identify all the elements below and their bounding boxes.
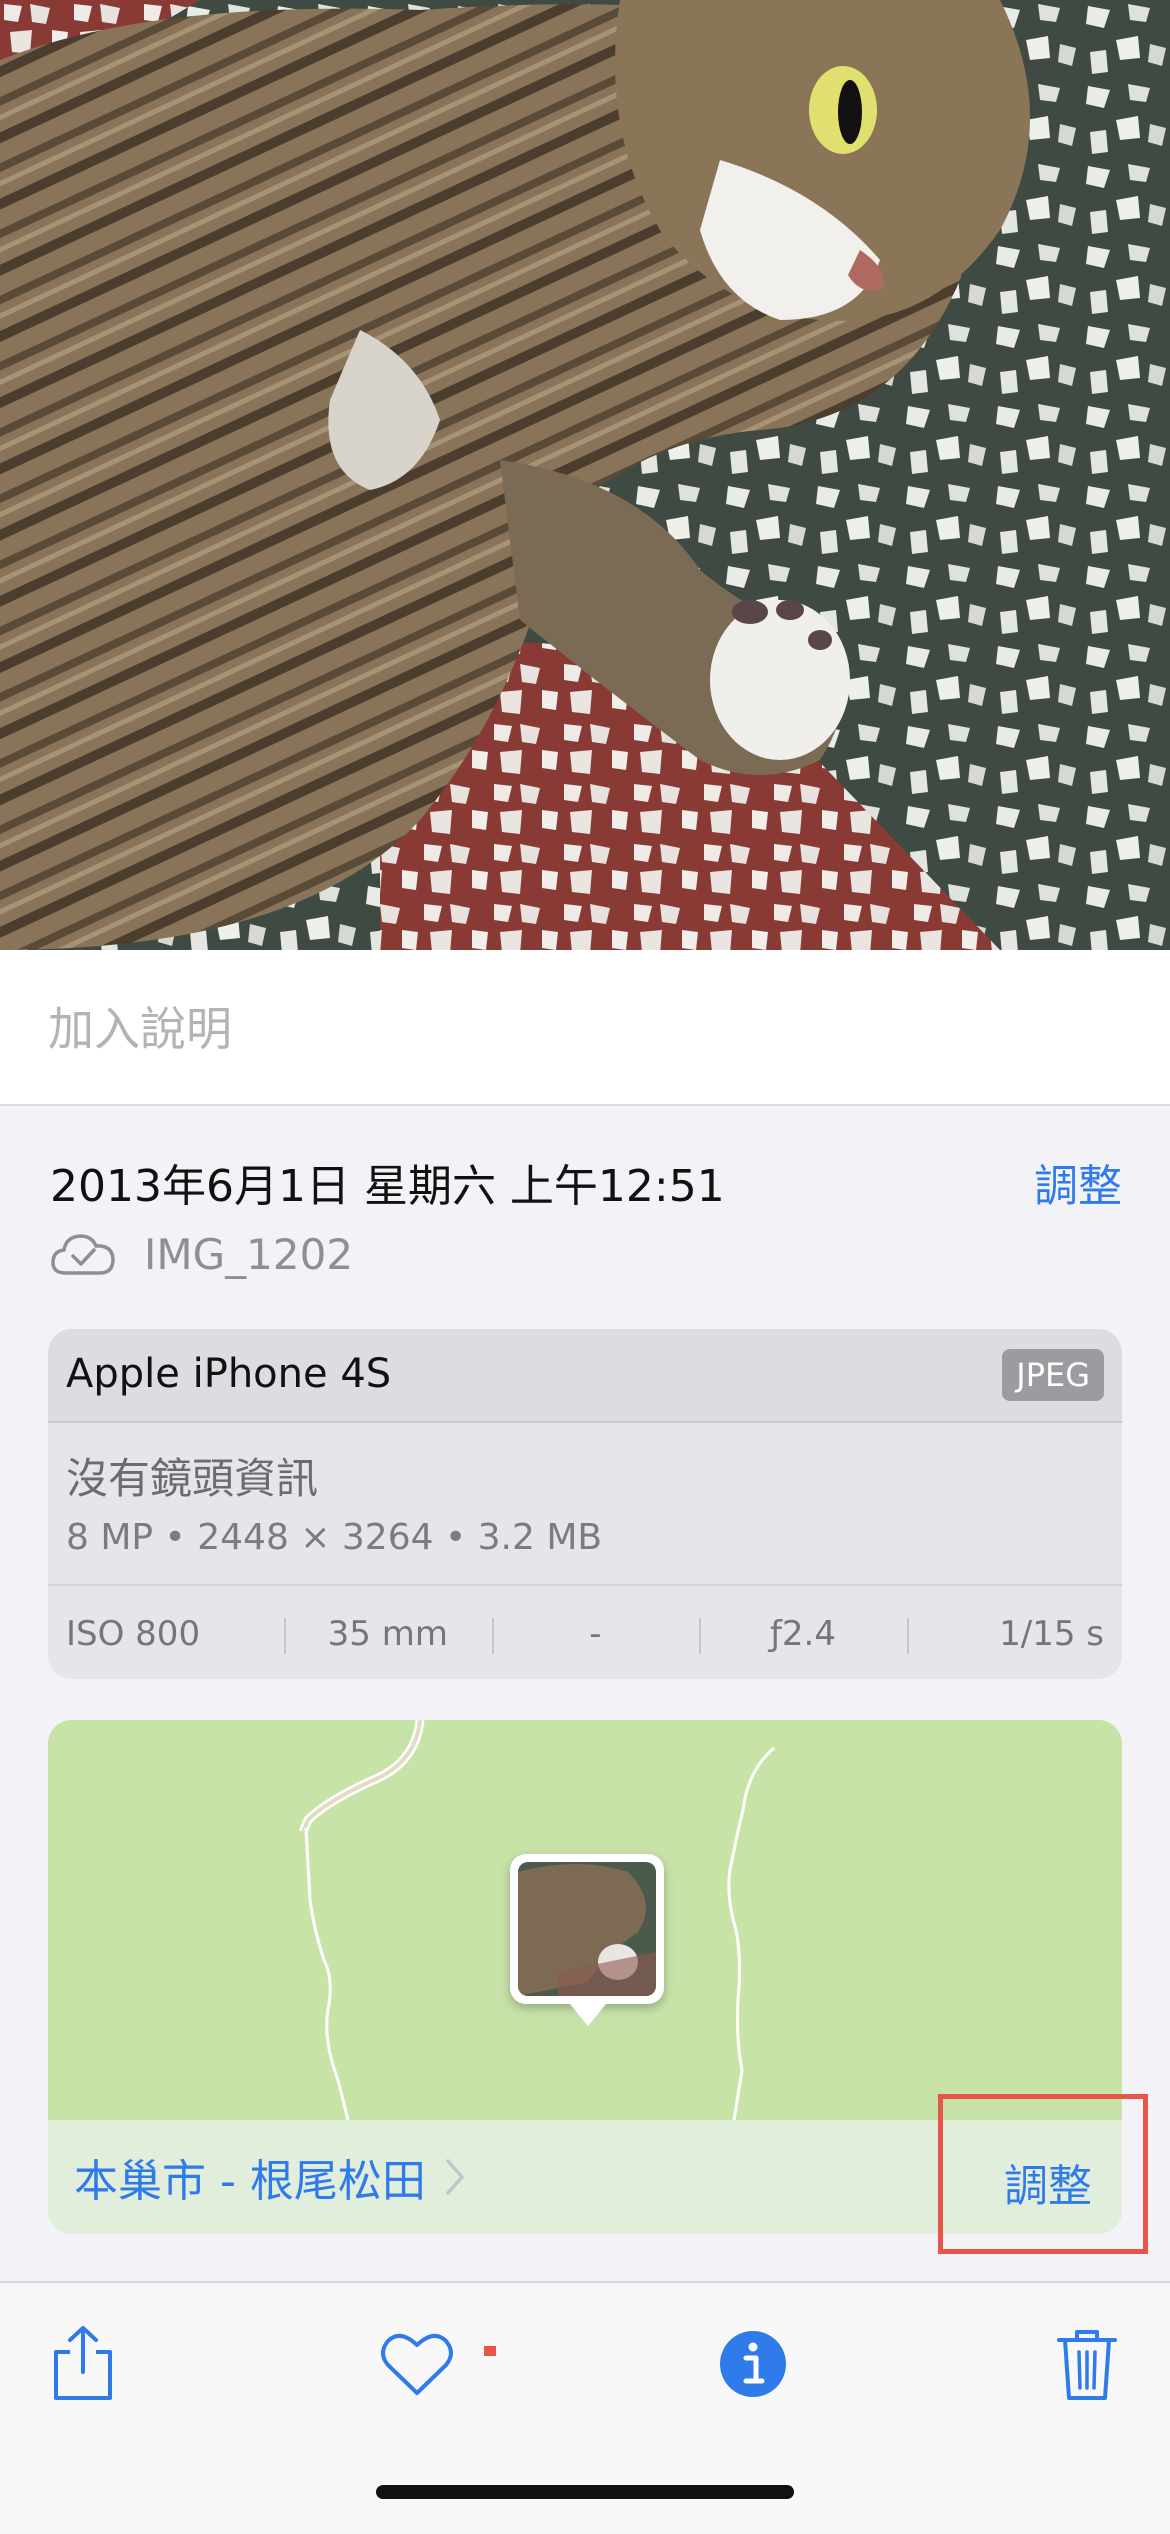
location-link[interactable]: 本巢市 - 根尾松田 bbox=[74, 2145, 466, 2209]
camera-model: Apple iPhone 4S bbox=[66, 1351, 392, 1397]
filename-row: IMG_1202 bbox=[50, 1224, 353, 1284]
camera-info-card: Apple iPhone 4S JPEG 沒有鏡頭資訊 8 MP • 2448 … bbox=[48, 1329, 1122, 1679]
info-panel: 2013年6月1日 星期六 上午12:51 調整 IMG_1202 Apple … bbox=[0, 1106, 1170, 2281]
info-icon bbox=[720, 2331, 786, 2397]
trash-icon bbox=[1057, 2330, 1117, 2400]
heart-icon bbox=[381, 2333, 453, 2395]
home-indicator[interactable] bbox=[376, 2485, 794, 2499]
adjust-location-button[interactable]: 調整 bbox=[1004, 2150, 1092, 2214]
exif-row: ISO 800 35 mm - ƒ2.4 1/15 s bbox=[48, 1584, 1122, 1679]
lens-info: 沒有鏡頭資訊 bbox=[66, 1454, 319, 1503]
adjust-datetime-button[interactable]: 調整 bbox=[1034, 1150, 1122, 1214]
caption-area bbox=[0, 950, 1170, 1106]
exif-shutter: 1/15 s bbox=[906, 1614, 1122, 1654]
cat-photo bbox=[0, 0, 1170, 950]
delete-button[interactable] bbox=[1042, 2319, 1132, 2409]
favorite-button[interactable] bbox=[372, 2319, 462, 2409]
chevron-right-icon bbox=[446, 2159, 464, 2195]
info-button[interactable] bbox=[708, 2319, 798, 2409]
filename: IMG_1202 bbox=[144, 1229, 354, 1279]
image-specs: 8 MP • 2448 × 3264 • 3.2 MB bbox=[66, 1517, 603, 1558]
exif-iso: ISO 800 bbox=[66, 1613, 201, 1654]
format-badge: JPEG bbox=[1002, 1349, 1104, 1401]
share-button[interactable] bbox=[38, 2319, 128, 2409]
red-dot bbox=[484, 2346, 496, 2356]
location-name: 本巢市 - 根尾松田 bbox=[74, 2156, 426, 2207]
cloud-check-icon bbox=[51, 1234, 115, 1275]
camera-header: Apple iPhone 4S JPEG bbox=[48, 1329, 1122, 1423]
pin-thumbnail bbox=[518, 1862, 656, 1996]
location-map[interactable]: 本巢市 - 根尾松田 調整 bbox=[48, 1720, 1122, 2234]
share-icon bbox=[54, 2326, 112, 2400]
map-photo-pin[interactable] bbox=[510, 1854, 664, 2026]
exif-exposure-bias: - bbox=[491, 1614, 700, 1654]
exif-aperture: ƒ2.4 bbox=[699, 1614, 907, 1654]
exif-focal-length: 35 mm bbox=[283, 1614, 492, 1654]
photo-viewer[interactable] bbox=[0, 0, 1170, 950]
map-footer: 本巢市 - 根尾松田 調整 bbox=[48, 2120, 1122, 2234]
photo-datetime: 2013年6月1日 星期六 上午12:51 bbox=[50, 1161, 725, 1212]
caption-input[interactable] bbox=[48, 994, 1048, 1064]
